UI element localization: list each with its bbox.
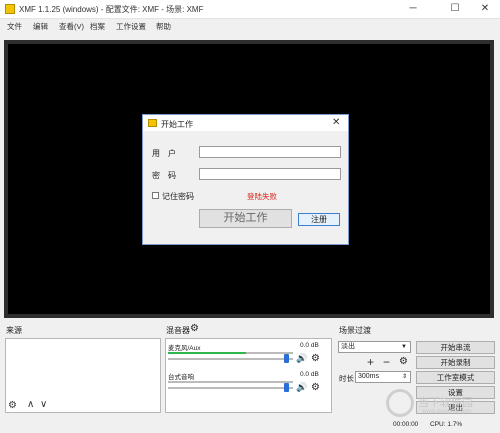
mixer-volume-track: [168, 358, 293, 360]
menu-edit[interactable]: 编辑: [33, 21, 48, 32]
mixer-channel-name: 麦克风/Aux: [168, 345, 201, 352]
maximize-button[interactable]: ☐: [440, 0, 470, 18]
channel-settings-icon[interactable]: ⚙: [311, 353, 320, 364]
chevron-down-icon: ▼: [401, 344, 407, 350]
speaker-icon[interactable]: 🔊: [296, 353, 307, 364]
window-title: XMF 1.1.25 (windows) - 配置文件: XMF - 场景: X…: [19, 5, 204, 14]
mixer-channel-db: 0.0 dB: [300, 371, 319, 378]
title-bar: XMF 1.1.25 (windows) - 配置文件: XMF - 场景: X…: [0, 0, 500, 19]
remove-transition-icon[interactable]: −: [383, 355, 390, 369]
login-error-text: 登陆失败: [247, 192, 277, 201]
status-cpu: CPU: 1.7%: [430, 421, 463, 428]
dialog-app-icon: [148, 119, 157, 127]
menu-help[interactable]: 帮助: [156, 21, 171, 32]
start-work-button[interactable]: 开始工作: [199, 209, 292, 228]
move-down-icon[interactable]: ∨: [40, 399, 47, 410]
status-time: 00:00:00: [393, 421, 419, 428]
watermark-text: 当下软件园: [418, 397, 473, 409]
speaker-icon[interactable]: 🔊: [296, 382, 307, 393]
transition-settings-icon[interactable]: ⚙: [399, 356, 408, 367]
menu-work-settings[interactable]: 工作设置: [116, 21, 146, 32]
duration-input[interactable]: 300ms ⇕: [355, 371, 411, 383]
dialog-title: 开始工作: [161, 120, 193, 129]
mixer-channel-db: 0.0 dB: [300, 342, 319, 349]
mixer-volume-track: [168, 387, 293, 389]
dialog-title-bar: 开始工作 ✕: [143, 115, 348, 131]
watermark-logo: [386, 389, 414, 417]
duration-value: 300ms: [358, 373, 380, 380]
duration-label: 时长: [339, 374, 354, 383]
remember-password-checkbox[interactable]: [152, 192, 159, 199]
mixer-volume-slider[interactable]: [284, 383, 289, 392]
spinner-icon: ⇕: [401, 374, 407, 380]
password-label: 密 码: [152, 171, 176, 180]
sources-settings-icon[interactable]: ⚙: [8, 400, 17, 411]
start-record-button[interactable]: 开始录制: [416, 356, 495, 369]
transitions-title: 场景过渡: [339, 326, 371, 335]
user-label: 用 户: [152, 149, 176, 158]
transition-selected: 淡出: [341, 343, 355, 350]
dialog-close-icon[interactable]: ✕: [332, 117, 340, 128]
channel-settings-icon[interactable]: ⚙: [311, 382, 320, 393]
mixer-channel-name: 台式音响: [168, 374, 194, 381]
menu-profile[interactable]: 档案: [90, 21, 105, 32]
add-transition-icon[interactable]: +: [367, 355, 374, 369]
menu-file[interactable]: 文件: [7, 21, 22, 32]
login-dialog: 开始工作 ✕ 用 户 密 码 记住密码 登陆失败 开始工作 注册: [142, 114, 349, 245]
menu-bar: 文件 编辑 查看(V) 档案 工作设置 帮助: [0, 19, 500, 33]
mixer-settings-icon[interactable]: ⚙: [190, 323, 199, 334]
remember-password-label: 记住密码: [162, 192, 194, 201]
mixer-level-meter: [168, 352, 246, 354]
app-icon: [5, 4, 15, 14]
start-stream-button[interactable]: 开始串流: [416, 341, 495, 354]
transition-select[interactable]: 淡出 ▼: [338, 341, 411, 353]
mixer-meter-track: [168, 381, 293, 383]
menu-view[interactable]: 查看(V): [59, 21, 84, 32]
watermark-url: www.downxia.com: [422, 409, 472, 415]
mixer-volume-slider[interactable]: [284, 354, 289, 363]
password-input[interactable]: [199, 168, 341, 180]
user-input[interactable]: [199, 146, 341, 158]
sources-title: 来源: [6, 326, 22, 335]
mixer-title: 混音器: [166, 326, 190, 335]
minimize-button[interactable]: ─: [398, 0, 428, 18]
studio-mode-button[interactable]: 工作室模式: [416, 371, 495, 384]
register-button[interactable]: 注册: [298, 213, 340, 226]
move-up-icon[interactable]: ∧: [27, 399, 34, 410]
close-button[interactable]: ✕: [470, 0, 500, 18]
